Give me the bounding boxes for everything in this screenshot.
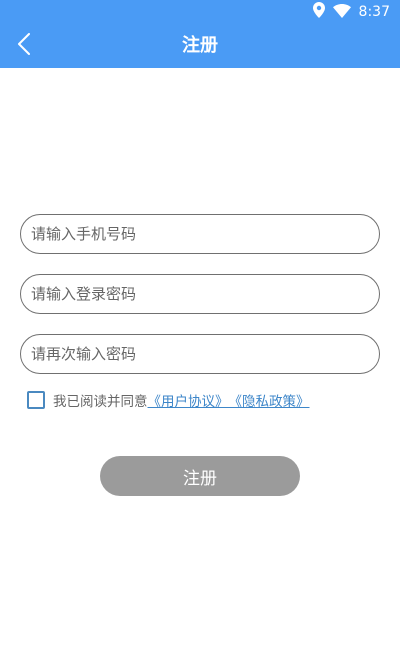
phone-input[interactable] — [21, 215, 379, 253]
page-title: 注册 — [182, 35, 218, 56]
wifi-icon — [332, 3, 351, 22]
agree-text: 我已阅读并同意 — [53, 394, 148, 410]
password-input[interactable] — [21, 275, 379, 313]
confirm-password-input[interactable] — [21, 335, 379, 373]
app-header: 8:37 注册 — [0, 0, 400, 68]
phone-field[interactable] — [20, 214, 380, 254]
register-button[interactable]: 注册 — [100, 456, 300, 496]
location-icon — [312, 2, 325, 22]
password-field[interactable] — [20, 274, 380, 314]
status-icons: 8:37 — [312, 2, 390, 22]
status-time: 8:37 — [358, 4, 390, 20]
title-bar: 注册 — [0, 24, 400, 68]
privacy-policy-link[interactable]: 《隐私政策》 — [229, 390, 310, 410]
status-bar: 8:37 — [0, 0, 400, 24]
agreement-row: 我已阅读并同意 《用户协议》 《隐私政策》 — [27, 390, 310, 410]
user-agreement-link[interactable]: 《用户协议》 — [148, 390, 229, 410]
confirm-password-field[interactable] — [20, 334, 380, 374]
agree-checkbox[interactable] — [27, 391, 45, 409]
